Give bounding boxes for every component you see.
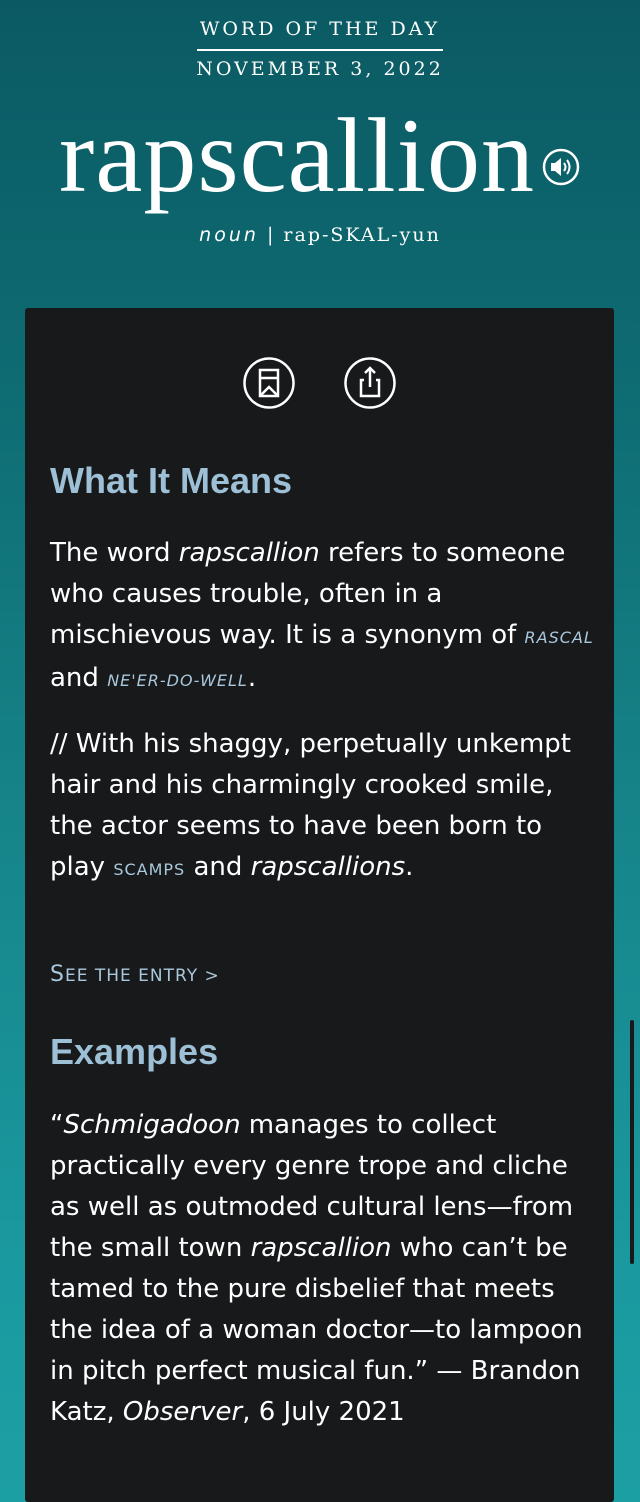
chevron-right-icon: >	[198, 966, 220, 986]
usage-example-text: // With his shaggy, perpetually unkempt …	[50, 724, 595, 890]
example-and: and	[185, 852, 251, 882]
part-of-speech: noun	[199, 224, 259, 246]
see-entry-link[interactable]: SEE THE ENTRY >	[50, 962, 220, 987]
see-entry-initial: S	[50, 962, 65, 987]
example-quote: “Schmigadoon manages to collect practica…	[50, 1105, 595, 1433]
quote-source: Observer	[122, 1397, 243, 1427]
def-end: .	[247, 663, 257, 693]
action-row	[25, 356, 614, 412]
quote-date: , 6 July 2021	[242, 1397, 405, 1427]
definition-card: What It Means The word rapscallion refer…	[25, 308, 614, 1502]
example-end: .	[405, 852, 414, 882]
share-icon[interactable]	[343, 356, 397, 410]
synonym-link-rascal[interactable]: rascal	[525, 628, 594, 647]
word-date: NOVEMBER 3, 2022	[196, 58, 444, 80]
word-header: WORD OF THE DAY NOVEMBER 3, 2022 rapscal…	[0, 0, 640, 300]
scrollbar[interactable]	[630, 1020, 634, 1264]
quote-word: rapscallion	[250, 1233, 392, 1263]
headword-row: rapscallion	[0, 96, 640, 216]
headword: rapscallion	[58, 97, 536, 214]
def-word: rapscallion	[178, 538, 320, 568]
see-entry-label: EE THE ENTRY	[64, 966, 199, 986]
scamps-link[interactable]: scamps	[113, 860, 185, 879]
definition-text: The word rapscallion refers to someone w…	[50, 533, 595, 701]
pronunciation-line: noun | rap-SKAL-yun	[0, 224, 640, 246]
speaker-icon[interactable]	[541, 147, 581, 187]
example-word: rapscallions	[250, 852, 406, 882]
label-divider	[197, 49, 443, 51]
bookmark-icon[interactable]	[242, 356, 296, 410]
def-prefix: The word	[50, 538, 179, 568]
def-and: and	[50, 663, 108, 693]
quote-title: Schmigadoon	[63, 1110, 241, 1140]
synonym-link-ne-er-do-well[interactable]: ne'er-do-well	[107, 671, 248, 690]
what-it-means-heading: What It Means	[50, 460, 293, 501]
examples-heading: Examples	[50, 1031, 219, 1072]
pronunciation: rap-SKAL-yun	[283, 224, 441, 246]
section-label: WORD OF THE DAY	[199, 18, 441, 40]
quote-open: “	[50, 1110, 64, 1140]
pron-separator: |	[258, 224, 284, 246]
